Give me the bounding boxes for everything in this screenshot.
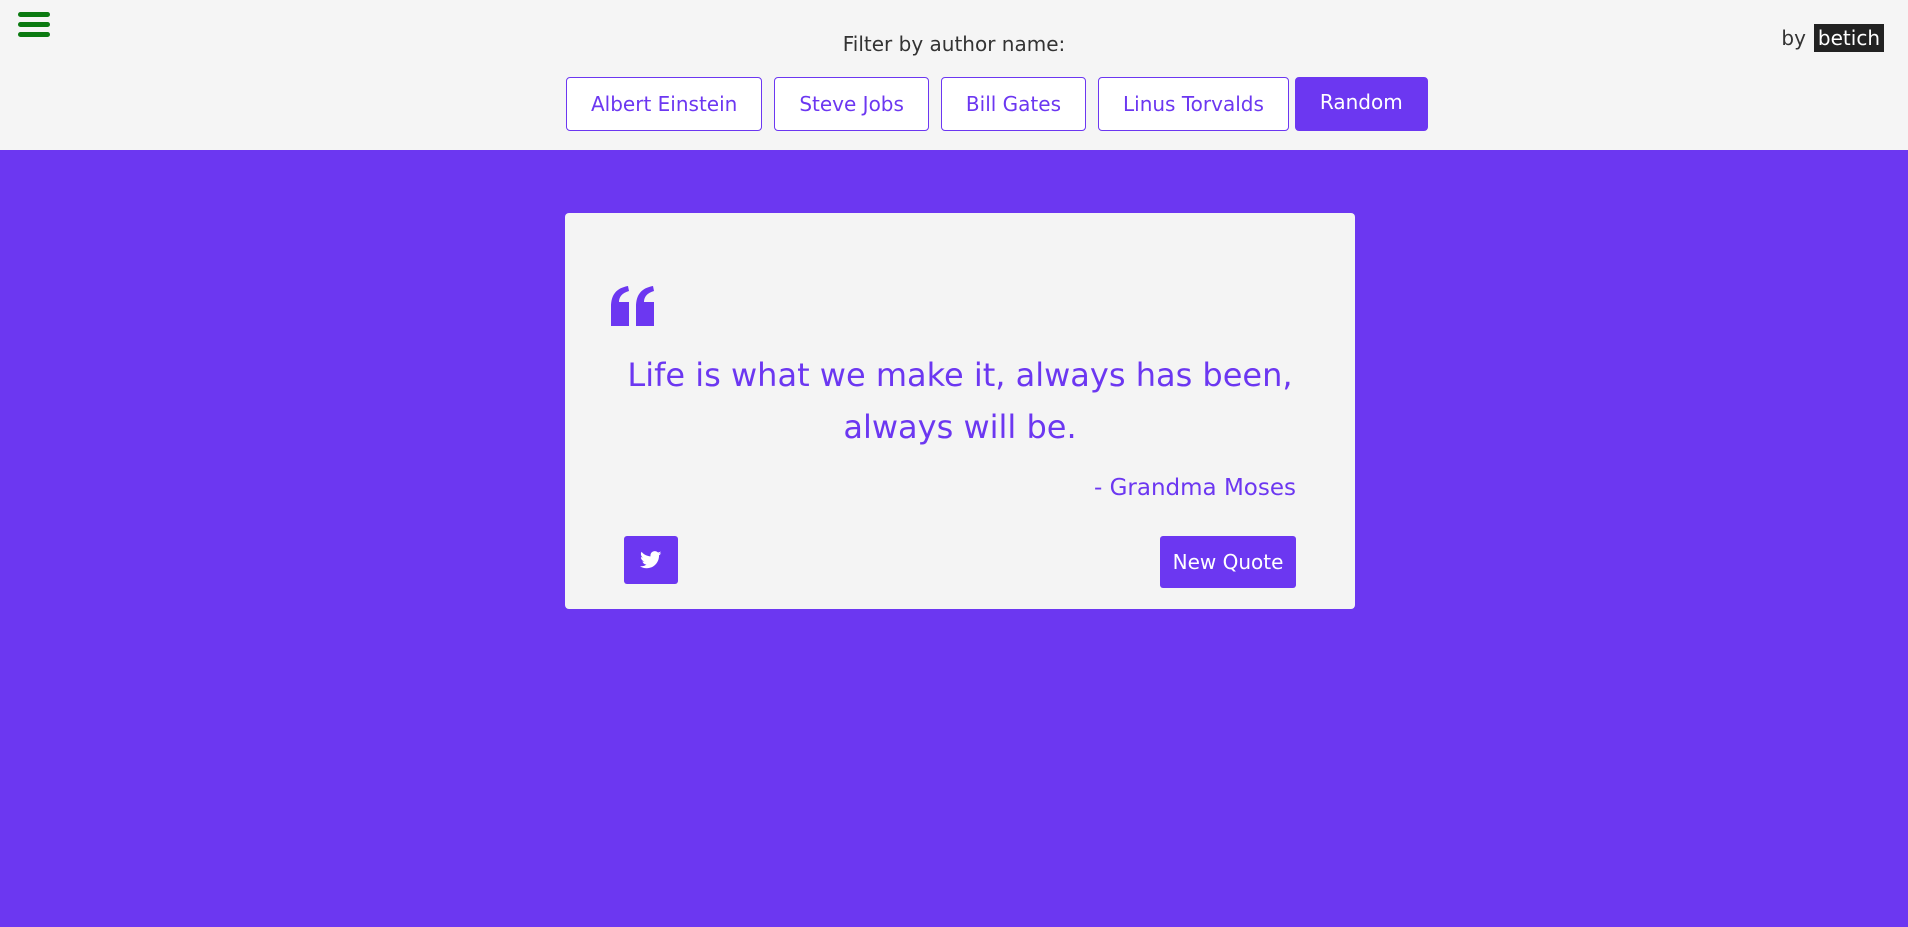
- quote-text: Life is what we make it, always has been…: [627, 356, 1293, 446]
- filter-random-button[interactable]: Random: [1294, 77, 1428, 131]
- quote-left-icon: [611, 286, 654, 326]
- filter-linus-torvalds-button[interactable]: Linus Torvalds: [1098, 77, 1289, 131]
- filter-label: Filter by author name:: [842, 32, 1066, 56]
- filter-steve-jobs-button[interactable]: Steve Jobs: [774, 77, 929, 131]
- quote-author: - Grandma Moses: [1093, 475, 1296, 501]
- quote-card: Life is what we make it, always has been…: [565, 213, 1355, 609]
- author-credit: by betich: [1781, 24, 1884, 52]
- filter-bill-gates-button[interactable]: Bill Gates: [940, 77, 1086, 131]
- twitter-icon: [640, 551, 662, 569]
- filter-albert-einstein-button[interactable]: Albert Einstein: [566, 77, 763, 131]
- author-filter-group: Albert Einstein Steve Jobs Bill Gates Li…: [566, 77, 1428, 131]
- top-bar: Filter by author name: Albert Einstein S…: [0, 0, 1908, 150]
- credit-prefix: by: [1781, 26, 1806, 50]
- tweet-button[interactable]: [624, 536, 678, 584]
- new-quote-button[interactable]: New Quote: [1160, 536, 1296, 588]
- credit-brand-link[interactable]: betich: [1813, 24, 1884, 52]
